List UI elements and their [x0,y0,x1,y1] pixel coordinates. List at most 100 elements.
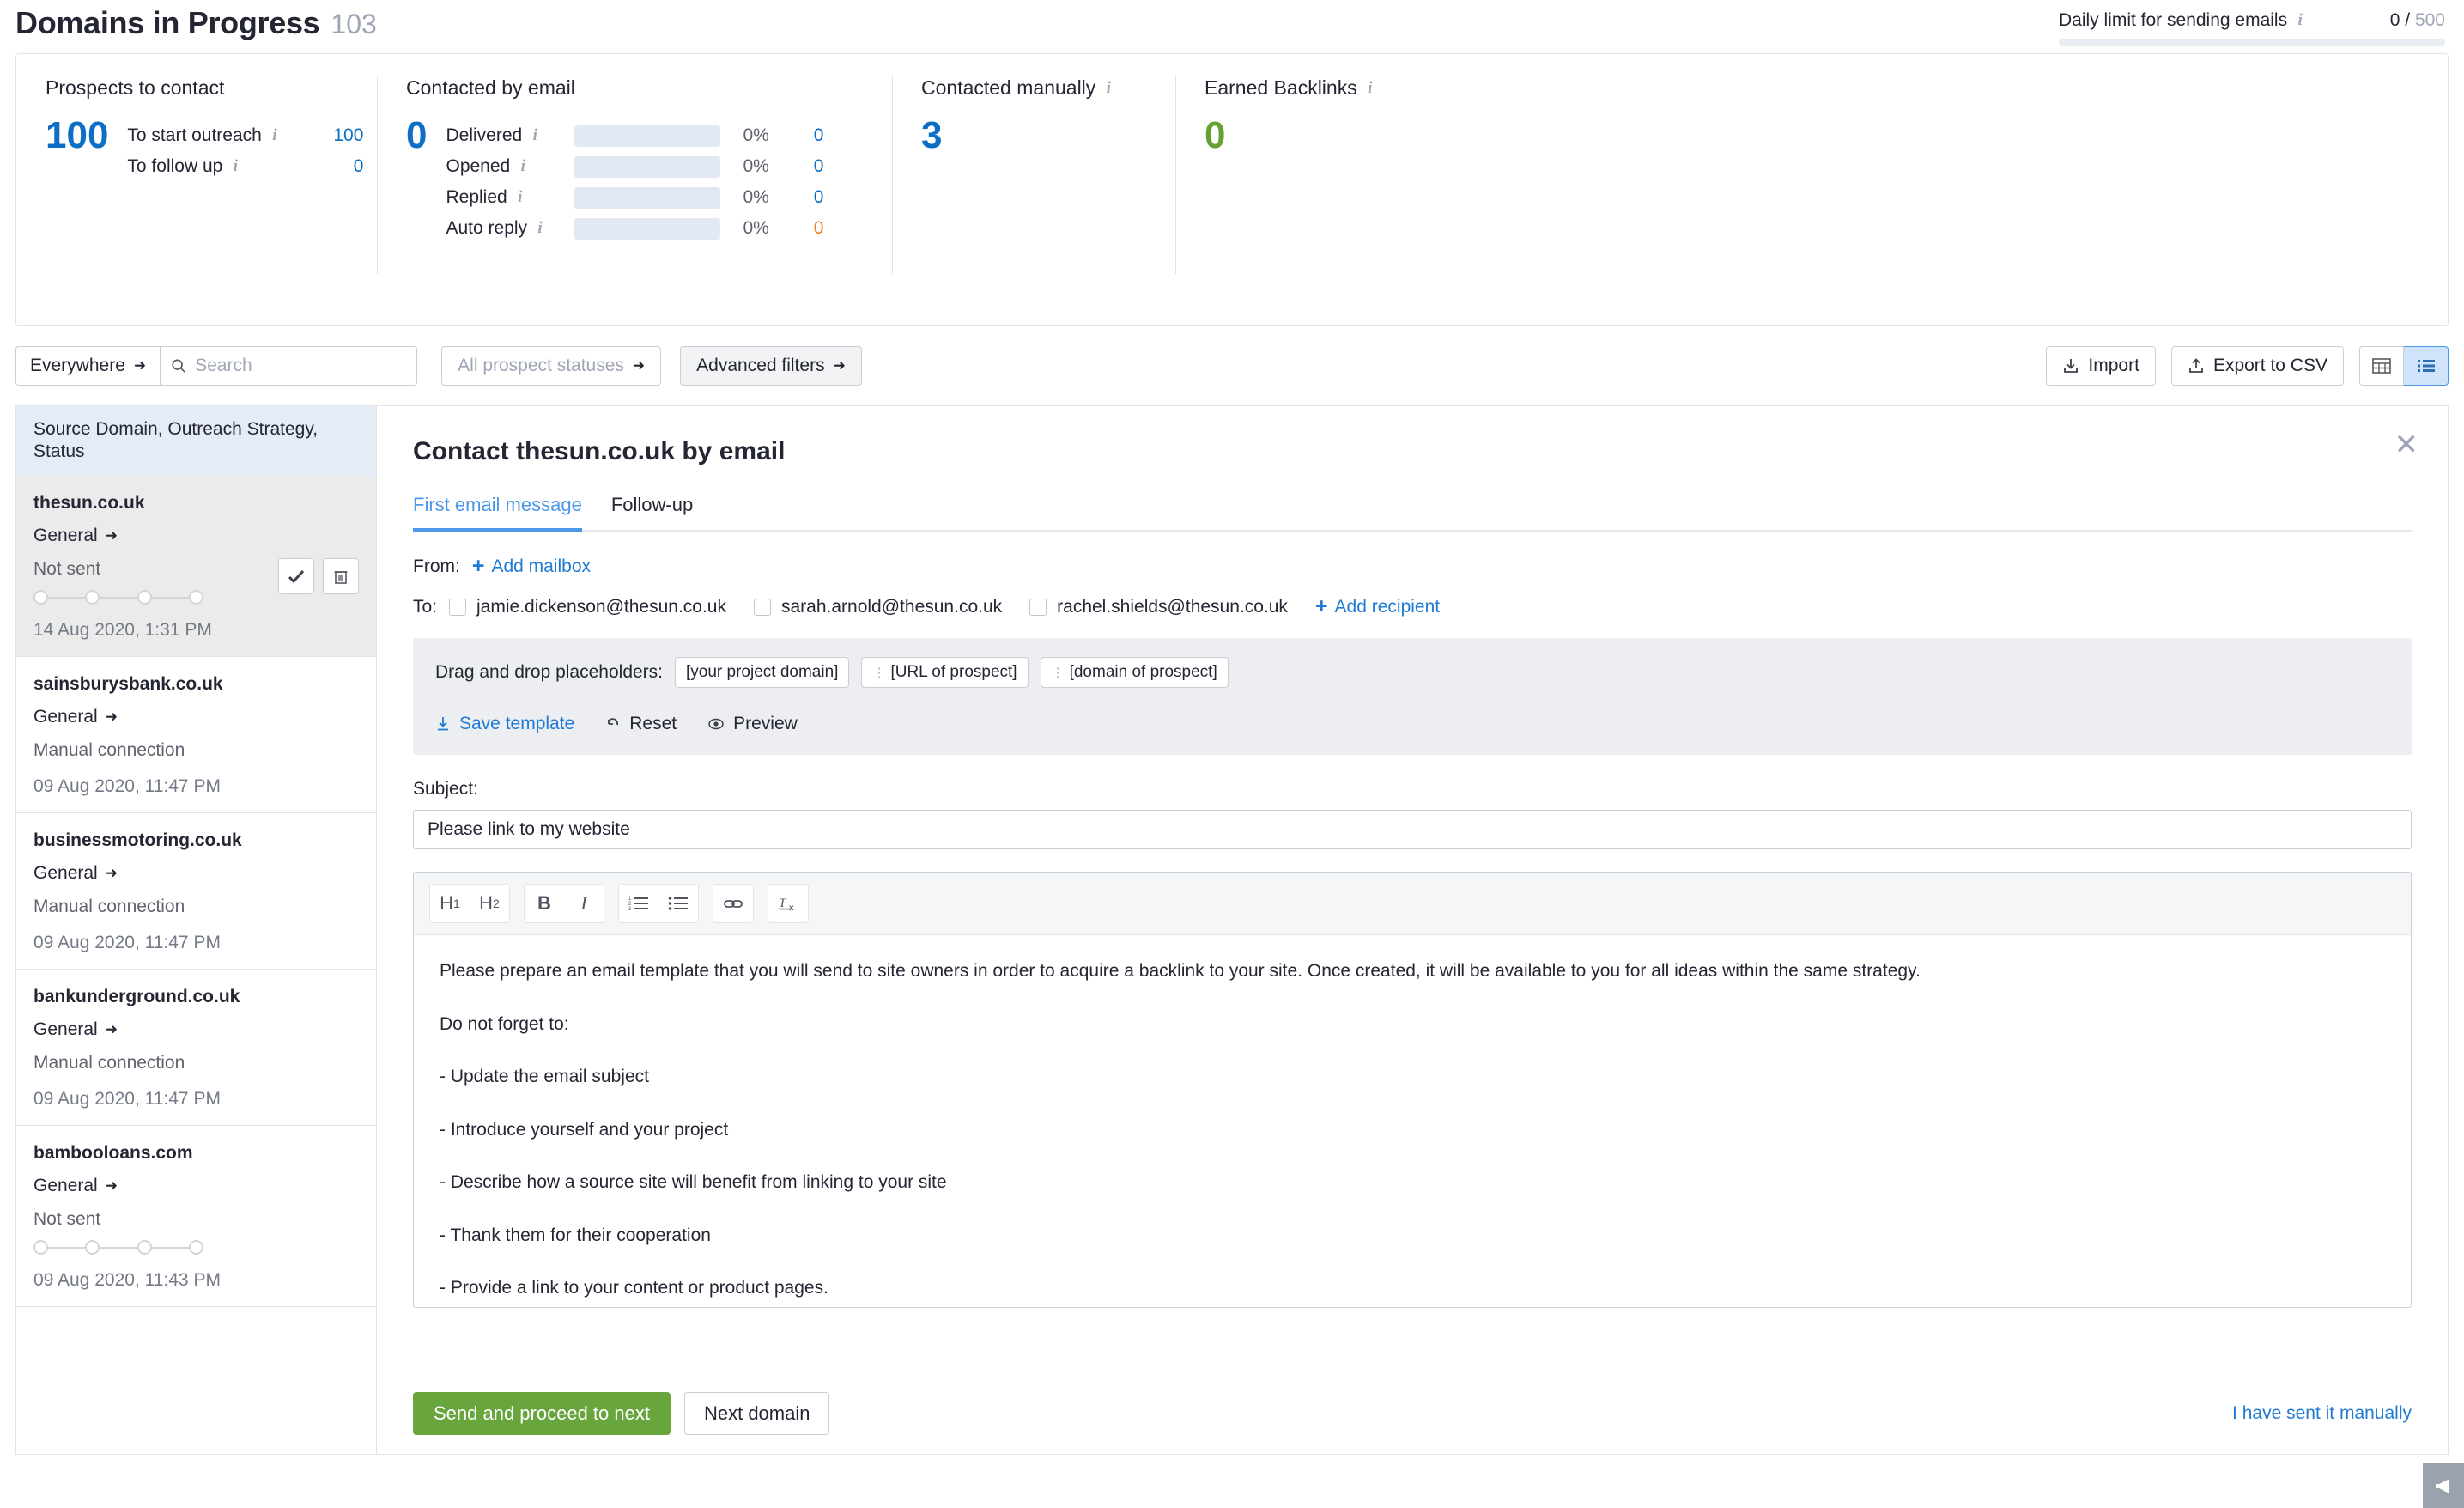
email-body[interactable]: Please prepare an email template that yo… [414,935,2411,1307]
info-icon[interactable]: i [517,158,529,174]
daily-limit-current: 0 / [2389,10,2411,30]
recipient-email: rachel.shields@thesun.co.uk [1057,596,1288,617]
to-row: To: jamie.dickenson@thesun.co.uk sarah.a… [413,596,2412,617]
feedback-button[interactable] [2423,1463,2464,1508]
body-paragraph: Please prepare an email template that yo… [440,961,1921,981]
list-item[interactable]: bambooloans.com General ➜ Not sent 09 Au… [16,1126,376,1308]
search-group: Everywhere ➜ [15,346,418,386]
recipient-item[interactable]: sarah.arnold@thesun.co.uk [754,597,1002,617]
stat-big-number: 100 [46,114,109,156]
placeholder-text: [domain of prospect] [1069,663,1217,681]
recipient-checkbox[interactable] [449,598,467,616]
heading-1-icon[interactable]: H1 [430,885,470,922]
link-icon[interactable] [713,885,753,922]
sent-manually-link[interactable]: I have sent it manually [2232,1403,2412,1424]
add-recipient-button[interactable]: + Add recipient [1315,596,1440,617]
list-item[interactable]: businessmotoring.co.uk General ➜ Manual … [16,813,376,970]
body-paragraph: - Provide a link to your content or prod… [440,1278,828,1298]
info-icon[interactable]: i [229,158,241,174]
contact-panel: ✕ Contact thesun.co.uk by email First em… [376,405,2449,1455]
strategy-dropdown[interactable]: General ➜ [33,1176,118,1196]
bullet-list-icon[interactable] [658,885,698,922]
placeholder-chip-project-domain[interactable]: [your project domain] [675,657,850,688]
stat-title: Contacted manually i [921,76,1146,100]
italic-icon[interactable]: I [564,885,604,922]
info-icon[interactable]: i [529,127,541,143]
advanced-filters-label: Advanced filters [696,356,825,375]
stat-row: Replied i 0% 0 [446,184,823,211]
stats-card: Prospects to contact 100 To start outrea… [15,53,2449,326]
placeholder-chip-domain-of-prospect[interactable]: ⋮ [domain of prospect] [1040,657,1229,688]
save-template-button[interactable]: Save template [435,714,574,734]
tab-first-email-message[interactable]: First email message [413,494,582,532]
daily-limit-max: 500 [2414,10,2445,30]
subject-input[interactable] [413,810,2412,849]
domain-name: thesun.co.uk [33,493,145,514]
mark-done-button[interactable] [278,558,314,595]
filter-toolbar: Everywhere ➜ All prospect statuses ➜ Adv… [15,345,2449,386]
clear-format-icon[interactable]: T x [768,885,808,922]
page-title: Domains in Progress [15,5,320,40]
export-csv-button[interactable]: Export to CSV [2170,346,2344,386]
undo-icon [608,718,619,726]
body-paragraph: - Update the email subject [440,1067,649,1086]
stat-row-percent: 0% [743,218,769,238]
placeholders-label: Drag and drop placeholders: [435,662,664,682]
import-button[interactable]: Import [2046,346,2156,386]
ordered-list-icon[interactable]: 1 2 3 [619,885,658,922]
table-icon [2372,358,2391,374]
info-icon[interactable]: i [1364,80,1376,96]
stat-title-text: Contacted by email [406,76,575,99]
add-mailbox-button[interactable]: + Add mailbox [472,556,591,577]
info-icon[interactable]: i [514,189,526,205]
bold-icon[interactable]: B [525,885,564,922]
close-icon[interactable]: ✕ [2394,430,2419,459]
info-icon[interactable]: i [534,220,546,236]
daily-limit-widget: Daily limit for sending emails i 0 / 500 [2059,5,2445,46]
daily-limit-label-group: Daily limit for sending emails i [2059,10,2306,31]
recipient-checkbox[interactable] [754,598,771,616]
svg-text:x: x [789,903,794,913]
strategy-dropdown[interactable]: General ➜ [33,863,118,884]
list-view-button[interactable] [2404,346,2449,386]
scope-dropdown[interactable]: Everywhere ➜ [15,346,161,386]
strategy-dropdown[interactable]: General ➜ [33,707,118,727]
info-icon[interactable]: i [1102,80,1114,96]
clear-format-group: T x [768,884,809,923]
placeholder-chip-url-of-prospect[interactable]: ⋮ [URL of prospect] [861,657,1029,688]
table-view-button[interactable] [2359,346,2404,386]
prospect-status-dropdown[interactable]: All prospect statuses ➜ [441,346,662,386]
search-field[interactable] [160,346,418,386]
stat-row-value: 100 [333,125,364,145]
import-icon [2064,359,2079,373]
search-input[interactable] [195,356,407,376]
list-item[interactable]: bankunderground.co.uk General ➜ Manual c… [16,970,376,1127]
info-icon[interactable]: i [269,127,281,143]
link-tool-group [713,884,754,923]
delete-button[interactable] [323,558,359,595]
strategy-dropdown[interactable]: General ➜ [33,526,118,546]
info-icon[interactable]: i [2294,12,2306,28]
stat-row-value: 0 [813,125,824,145]
body-paragraph: - Describe how a source site will benefi… [440,1172,947,1192]
message-tabs: First email message Follow-up [413,492,2412,532]
reset-button[interactable]: Reset [605,714,677,734]
recipient-item[interactable]: rachel.shields@thesun.co.uk [1029,597,1288,617]
stat-row: Opened i 0% 0 [446,153,823,180]
heading-2-icon[interactable]: H2 [470,885,509,922]
next-domain-button[interactable]: Next domain [683,1391,830,1435]
email-editor: H1 H2 B I 1 2 3 T x Please prepare an em… [413,872,2412,1308]
tab-follow-up[interactable]: Follow-up [611,494,693,532]
page-title-count: 103 [331,9,377,40]
strategy-label: General [33,863,98,884]
send-and-proceed-button[interactable]: Send and proceed to next [413,1391,671,1435]
preview-button[interactable]: Preview [707,714,798,734]
strategy-dropdown[interactable]: General ➜ [33,1019,118,1040]
outreach-progress [33,590,203,605]
list-item[interactable]: sainsburysbank.co.uk General ➜ Manual co… [16,657,376,814]
list-item[interactable]: thesun.co.uk General ➜ Not sent 14 Aug 2… [16,476,376,658]
advanced-filters-button[interactable]: Advanced filters ➜ [680,346,862,386]
recipient-item[interactable]: jamie.dickenson@thesun.co.uk [449,597,726,617]
recipient-checkbox[interactable] [1029,598,1047,616]
panel-title: Contact thesun.co.uk by email [413,437,786,465]
